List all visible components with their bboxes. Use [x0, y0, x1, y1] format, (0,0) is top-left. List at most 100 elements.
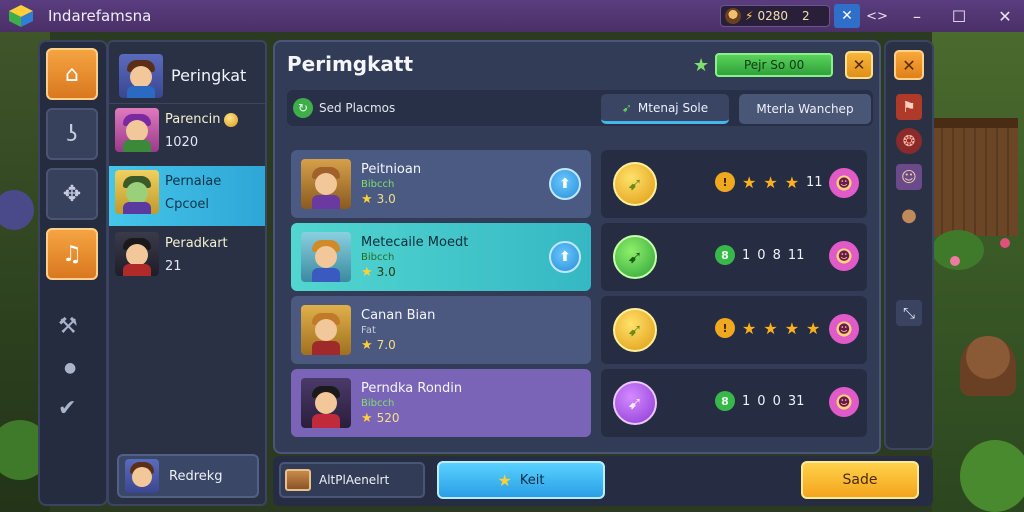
app-logo-icon: [4, 2, 38, 30]
puzzle-icon[interactable]: ✥: [46, 168, 98, 220]
player-tag: Bibcch: [361, 251, 395, 263]
player-tag: Bibcch: [361, 178, 395, 190]
leaderboard-panel: Perimgkatt ★ Pejr So 00 ✕ ↻ Sed Placmos …: [273, 40, 881, 454]
leaf-icon: ➹: [621, 100, 632, 115]
search-filter[interactable]: ↻ Sed Placmos: [287, 98, 597, 118]
player-list-item-selected[interactable]: Pernalae Cpcoel: [109, 166, 265, 226]
collapse-icon[interactable]: ⤡: [896, 300, 922, 326]
leaderboard-row-highlighted[interactable]: Metecaile Moedt Bibcch ★ 3.0 ⬆: [291, 223, 591, 291]
star-icon: ★: [784, 318, 800, 338]
star-icon: ★: [784, 172, 800, 192]
player-list-panel: Peringkat Parencin 1020 Pernalae Cpcoel …: [107, 40, 267, 506]
player-list-item[interactable]: Peradkart 21: [109, 228, 265, 288]
left-icon-rail: ⌂ ʖ ✥ ♫ ⚒ ● ✔: [38, 40, 108, 506]
cupcake-icon: ☻: [829, 314, 859, 344]
avatar: [115, 232, 159, 276]
flower: [950, 256, 960, 266]
flag-icon[interactable]: ⚑: [896, 94, 922, 120]
star-icon: ★: [742, 318, 757, 338]
player-name: Pernalae: [165, 174, 222, 189]
shield-icon[interactable]: ❂: [896, 128, 922, 154]
check-icon[interactable]: ✔: [58, 396, 76, 421]
player-name: Canan Bian: [361, 307, 436, 323]
primary-action-label: Keit: [519, 472, 545, 488]
cookie-icon[interactable]: ●: [896, 202, 922, 228]
reward-count: 0: [757, 393, 766, 409]
panel-close-button[interactable]: ✕: [845, 51, 873, 79]
tab-other-label: Mterla Wanchep: [756, 102, 854, 116]
star-icon: ★: [763, 318, 778, 338]
info-icon: !: [715, 172, 735, 192]
player-name: Peitnioan: [361, 161, 422, 177]
coin-icon: [223, 112, 238, 127]
player-list-header: Peringkat: [109, 48, 265, 104]
player-name: Metecaile Moedt: [361, 234, 469, 250]
fullscreen-icon[interactable]: ✕: [834, 4, 860, 28]
currency-extra: 2: [801, 9, 810, 23]
portrait-icon[interactable]: ☺: [896, 164, 922, 190]
tree-stump: [960, 336, 1016, 396]
save-button[interactable]: Sade: [801, 461, 919, 499]
right-icon-rail: ✕ ⚑ ❂ ☺ ● ⤡: [884, 40, 934, 450]
bottom-action-bar: AltPlAenelrt ★ Keit Sade: [273, 456, 933, 506]
player-list-item[interactable]: Parencin 1020: [109, 104, 265, 164]
rank-up-button[interactable]: ⬆: [549, 241, 581, 273]
avatar: [301, 305, 351, 355]
leaderboard-row[interactable]: Canan Bian Fat ★ 7.0: [291, 296, 591, 364]
player-points: 3.0: [376, 192, 396, 206]
dot-icon: ●: [64, 360, 77, 376]
reward-row: ➹ ! ★ ★ ★ 11 ☻: [601, 150, 867, 218]
tab-other[interactable]: Mterla Wanchep: [739, 94, 871, 124]
chest-button[interactable]: AltPlAenelrt: [279, 462, 425, 498]
tab-active[interactable]: ➹ Mtenaj Sole: [601, 94, 729, 124]
player-points: 7.0: [376, 338, 396, 352]
refresh-icon: ↻: [293, 98, 313, 118]
player-name: Perndka Rondin: [361, 380, 463, 396]
profile-coin-icon: [725, 8, 741, 24]
lightning-icon: ⚡: [745, 9, 754, 23]
star-icon: ★: [361, 191, 373, 207]
player-points: 520: [376, 411, 400, 425]
page-title: Perimgkatt: [287, 52, 414, 76]
player-profile-label: Redrekg: [169, 468, 223, 484]
leaderboard-row[interactable]: Peitnioan Bibcch ★ 3.0 ⬆: [291, 150, 591, 218]
minimize-button[interactable]: –: [904, 4, 930, 28]
maximize-button[interactable]: ☐: [946, 4, 972, 28]
close-icon[interactable]: ✕: [894, 50, 924, 80]
title-bar: Indarefamsna ⚡ 0280 2 ✕ <> – ☐ ✕: [0, 0, 1024, 32]
back-forward-icon[interactable]: <>: [864, 4, 890, 28]
chest-label: AltPlAenelrt: [319, 473, 390, 487]
music-icon[interactable]: ♫: [46, 228, 98, 280]
hammer-icon[interactable]: ⚒: [58, 314, 78, 339]
reward-row: ➹ 8 1 0 0 31 ☻: [601, 369, 867, 437]
reward-row: ➹ 8 1 0 8 11 ☻: [601, 223, 867, 291]
score-display: ★ Pejr So 00: [693, 52, 839, 78]
star-icon: ★: [742, 172, 757, 192]
score-field: Pejr So 00: [715, 53, 834, 77]
leaderboard-row[interactable]: Perndka Rondin Bibcch ★ 520: [291, 369, 591, 437]
hook-icon[interactable]: ʖ: [46, 108, 98, 160]
reward-count: 0: [757, 247, 766, 263]
reward-count: 1: [742, 247, 751, 263]
leaf-badge-icon: ➹: [613, 235, 657, 279]
app-title: Indarefamsna: [48, 7, 152, 25]
search-filter-label: Sed Placmos: [319, 101, 396, 115]
reward-count: 31: [787, 393, 805, 409]
player-profile-button[interactable]: Redrekg: [117, 454, 259, 498]
forest-right: [932, 30, 1024, 512]
player-tag: Bibcch: [361, 397, 395, 409]
leaf-badge-icon: ➹: [613, 162, 657, 206]
avatar: [115, 170, 159, 214]
player-points: 3.0: [376, 265, 396, 279]
currency-display: ⚡ 0280 2: [720, 5, 830, 27]
close-button[interactable]: ✕: [992, 4, 1018, 28]
star-icon: ★: [497, 470, 512, 490]
leaf-badge-icon: ➹: [613, 308, 657, 352]
rank-up-button[interactable]: ⬆: [549, 168, 581, 200]
home-icon[interactable]: ⌂: [46, 48, 98, 100]
primary-action-button[interactable]: ★ Keit: [437, 461, 605, 499]
reward-count: 11: [806, 174, 823, 190]
reward-count: 8: [772, 247, 781, 263]
cupcake-icon: ☻: [829, 168, 859, 198]
avatar: [301, 159, 351, 209]
